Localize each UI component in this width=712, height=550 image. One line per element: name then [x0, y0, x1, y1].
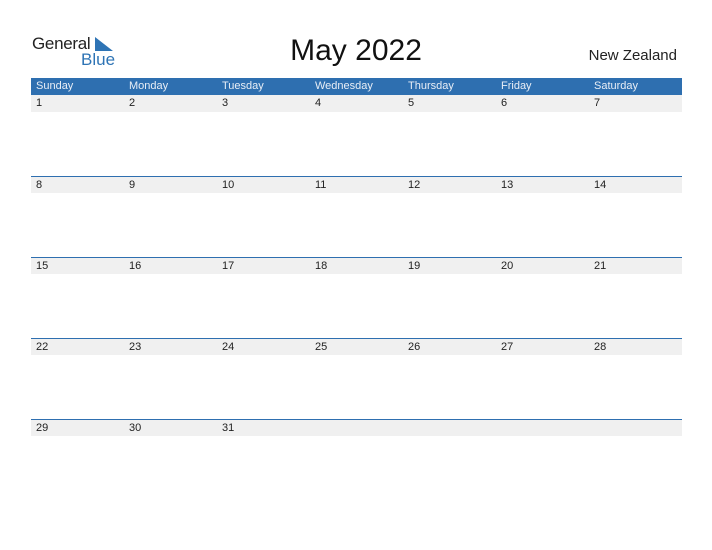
- week-row: 8 9 10 11 12 13 14: [31, 176, 682, 257]
- day-number: 28: [594, 341, 607, 353]
- day-number: 25: [315, 341, 328, 353]
- day-number: 20: [501, 260, 514, 272]
- day-number: 31: [222, 422, 235, 434]
- calendar-grid: Sunday Monday Tuesday Wednesday Thursday…: [31, 78, 682, 500]
- day-number: 9: [129, 179, 136, 191]
- weekday-label: Thursday: [408, 80, 454, 92]
- weekday-label: Sunday: [36, 80, 74, 92]
- day-number: 10: [222, 179, 235, 191]
- day-number: 7: [594, 97, 601, 109]
- day-number: 26: [408, 341, 421, 353]
- day-number: 6: [501, 97, 508, 109]
- day-number: 30: [129, 422, 142, 434]
- day-number: 4: [315, 97, 322, 109]
- day-number: 16: [129, 260, 142, 272]
- date-band: 29 30 31: [31, 419, 682, 436]
- day-number: 3: [222, 97, 229, 109]
- date-band: 8 9 10 11 12 13 14: [31, 176, 682, 193]
- day-number: 19: [408, 260, 421, 272]
- week-row: 15 16 17 18 19 20 21: [31, 257, 682, 338]
- day-number: 13: [501, 179, 514, 191]
- day-number: 22: [36, 341, 49, 353]
- day-number: 17: [222, 260, 235, 272]
- day-number: 29: [36, 422, 49, 434]
- day-number: [589, 420, 682, 436]
- day-number: [310, 420, 403, 436]
- day-number: 18: [315, 260, 328, 272]
- day-number: 15: [36, 260, 49, 272]
- day-number: [403, 420, 496, 436]
- weekday-header: Sunday Monday Tuesday Wednesday Thursday…: [31, 78, 682, 95]
- weekday-label: Wednesday: [315, 80, 373, 92]
- day-number: 14: [594, 179, 607, 191]
- day-number: 1: [36, 97, 43, 109]
- day-number: 12: [408, 179, 421, 191]
- week-row: 1 2 3 4 5 6 7: [31, 95, 682, 176]
- day-number: 5: [408, 97, 415, 109]
- week-row: 22 23 24 25 26 27 28: [31, 338, 682, 419]
- day-number: 24: [222, 341, 235, 353]
- weekday-label: Friday: [501, 80, 532, 92]
- date-band: 22 23 24 25 26 27 28: [31, 338, 682, 355]
- day-number: 27: [501, 341, 514, 353]
- day-number: 23: [129, 341, 142, 353]
- weekday-label: Saturday: [594, 80, 639, 92]
- day-number: 2: [129, 97, 136, 109]
- day-number: 11: [315, 179, 327, 191]
- weekday-label: Tuesday: [222, 80, 264, 92]
- date-band: 15 16 17 18 19 20 21: [31, 257, 682, 274]
- date-band: 1 2 3 4 5 6 7: [31, 95, 682, 112]
- weekday-label: Monday: [129, 80, 169, 92]
- week-row: 29 30 31: [31, 419, 682, 500]
- day-number: [496, 420, 589, 436]
- country-label: New Zealand: [588, 47, 677, 64]
- day-number: 8: [36, 179, 43, 191]
- day-number: 21: [594, 260, 607, 272]
